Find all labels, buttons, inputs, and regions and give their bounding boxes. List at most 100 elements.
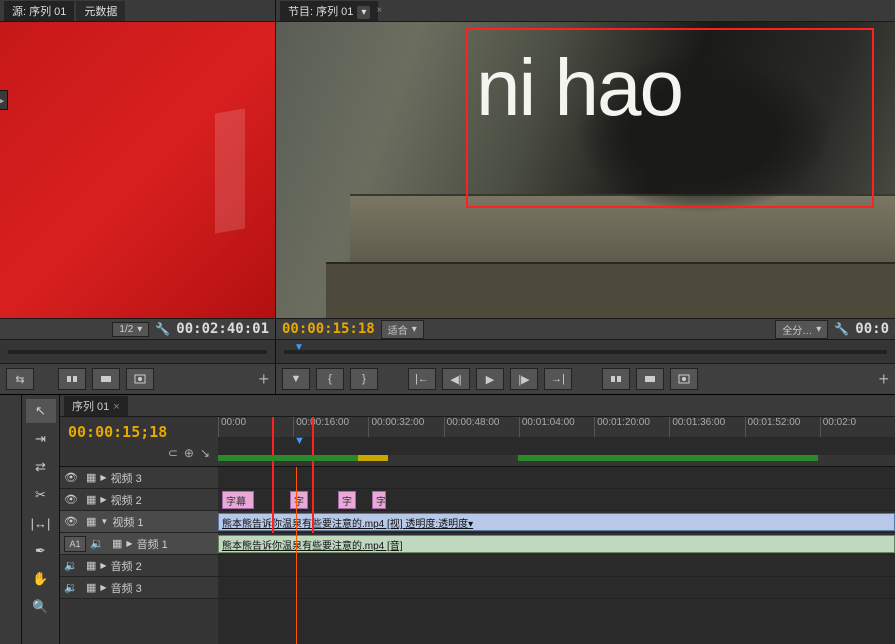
- playhead-icon[interactable]: ▼: [294, 342, 304, 353]
- metadata-tab[interactable]: 元数据: [76, 1, 125, 21]
- mark-toggle-button[interactable]: ⇆: [6, 368, 34, 390]
- subtitle-clip[interactable]: 字幕: [222, 491, 254, 509]
- program-video[interactable]: ni hao: [276, 22, 895, 318]
- timeline-content[interactable]: 字幕 字 字 字 熊本熊告诉你温泉有些要注意的.mp4 [视] 透明度:透明度▾…: [218, 467, 895, 644]
- track-header-v2[interactable]: 👁▦▶视频 2: [60, 489, 218, 511]
- add-marker-button[interactable]: ▼: [282, 368, 310, 390]
- program-fit-dropdown[interactable]: 适合▾: [381, 320, 424, 339]
- overwrite-button[interactable]: [92, 368, 120, 390]
- track-headers: 👁▦▶视频 3 👁▦▶视频 2 👁▦▼视频 1 A1🔉▦▶音频 1 🔉▦▶音频 …: [60, 467, 218, 644]
- source-scrub[interactable]: [0, 340, 275, 364]
- source-video[interactable]: [0, 22, 275, 318]
- subtitle-clip[interactable]: 字: [338, 491, 356, 509]
- close-icon[interactable]: ×: [113, 401, 119, 413]
- sequence-tab[interactable]: 序列 01×: [64, 396, 128, 416]
- hand-tool[interactable]: ✋: [26, 567, 56, 591]
- program-quality-dropdown[interactable]: 全分…▾: [775, 320, 828, 339]
- razor-tool[interactable]: ✂: [26, 483, 56, 507]
- wrench-icon[interactable]: 🔧: [834, 322, 849, 336]
- source-transport: ⇆ +: [0, 364, 275, 394]
- insert-button[interactable]: [58, 368, 86, 390]
- ruler-tick: 00:01:36:00: [669, 417, 744, 437]
- timeline-tabs: 序列 01×: [60, 395, 895, 417]
- zoom-tool[interactable]: 🔍: [26, 595, 56, 619]
- playhead-marker-icon[interactable]: ▼: [294, 435, 305, 447]
- export-frame-button[interactable]: [126, 368, 154, 390]
- track-a3[interactable]: [218, 577, 895, 599]
- go-to-out-button[interactable]: →|: [544, 368, 572, 390]
- collapse-arrow-icon[interactable]: ▶: [0, 90, 8, 110]
- speaker-icon[interactable]: 🔉: [90, 537, 108, 550]
- program-monitor-panel: 节目: 序列 01▾ × ni hao 00:00:15:18 适合▾ 全分…▾…: [276, 0, 895, 394]
- step-forward-button[interactable]: |▶: [510, 368, 538, 390]
- subtitle-clip[interactable]: 字: [372, 491, 386, 509]
- sync-lock-icon[interactable]: ▦: [86, 581, 96, 594]
- program-transport: ▼ { } |← ◀| ▶ |▶ →| +: [276, 364, 895, 394]
- source-timecode[interactable]: 00:02:40:01: [176, 321, 269, 337]
- track-a1[interactable]: 熊本熊告诉你温泉有些要注意的.mp4 [音]: [218, 533, 895, 555]
- speaker-icon[interactable]: 🔉: [64, 559, 82, 572]
- snap-icon[interactable]: ⊂: [168, 446, 178, 460]
- program-timecode[interactable]: 00:00:15:18: [282, 321, 375, 337]
- track-header-v3[interactable]: 👁▦▶视频 3: [60, 467, 218, 489]
- source-monitor-panel: 源: 序列 01 元数据 1/2▾ 🔧 00:02:40:01 ⇆ +: [0, 0, 276, 394]
- extract-button[interactable]: [636, 368, 664, 390]
- sync-lock-icon[interactable]: ▦: [86, 471, 96, 484]
- go-to-in-button[interactable]: |←: [408, 368, 436, 390]
- selection-tool[interactable]: ↖: [26, 399, 56, 423]
- timeline-panel: ▶ ↖ ⇥ ⇄ ✂ |↔| ✒ ✋ 🔍 序列 01× 00:00:15;18 ⊂…: [0, 394, 895, 644]
- track-header-a2[interactable]: 🔉▦▶音频 2: [60, 555, 218, 577]
- track-header-a1[interactable]: A1🔉▦▶音频 1: [60, 533, 218, 555]
- timeline-ruler[interactable]: 00:0000:00:16:0000:00:32:0000:00:48:0000…: [218, 417, 895, 466]
- ruler-tick: 00:00:48:00: [444, 417, 519, 437]
- source-tabs: 源: 序列 01 元数据: [0, 0, 275, 22]
- add-button-icon[interactable]: +: [258, 369, 269, 390]
- eye-icon[interactable]: 👁: [64, 471, 82, 484]
- export-frame-button[interactable]: [670, 368, 698, 390]
- playhead-line[interactable]: [296, 467, 297, 644]
- timeline-timecode[interactable]: 00:00:15;18: [68, 423, 210, 441]
- track-header-a3[interactable]: 🔉▦▶音频 3: [60, 577, 218, 599]
- track-v3[interactable]: [218, 467, 895, 489]
- track-header-v1[interactable]: 👁▦▼视频 1: [60, 511, 218, 533]
- source-zoom-dropdown[interactable]: 1/2▾: [112, 322, 149, 337]
- play-button[interactable]: ▶: [476, 368, 504, 390]
- subtitle-clip[interactable]: 字: [290, 491, 308, 509]
- step-back-button[interactable]: ◀|: [442, 368, 470, 390]
- sync-lock-icon[interactable]: ▦: [86, 515, 96, 528]
- program-tabs: 节目: 序列 01▾ ×: [276, 0, 895, 22]
- program-tab[interactable]: 节目: 序列 01▾: [280, 1, 378, 21]
- mark-in-button[interactable]: {: [316, 368, 344, 390]
- slip-tool[interactable]: |↔|: [26, 511, 56, 535]
- video-clip[interactable]: 熊本熊告诉你温泉有些要注意的.mp4 [视] 透明度:透明度▾: [218, 513, 895, 531]
- track-a2[interactable]: [218, 555, 895, 577]
- ruler-tick: 00:01:04:00: [519, 417, 594, 437]
- sync-lock-icon[interactable]: ▦: [112, 537, 122, 550]
- ruler-tick: 00:01:52:00: [745, 417, 820, 437]
- track-select-tool[interactable]: ⇥: [26, 427, 56, 451]
- source-controls-bar: 1/2▾ 🔧 00:02:40:01: [0, 318, 275, 340]
- program-duration: 00:0: [855, 321, 889, 337]
- ripple-edit-tool[interactable]: ⇄: [26, 455, 56, 479]
- track-v1[interactable]: 熊本熊告诉你温泉有些要注意的.mp4 [视] 透明度:透明度▾: [218, 511, 895, 533]
- sync-lock-icon[interactable]: ▦: [86, 493, 96, 506]
- program-scrub[interactable]: ▼: [276, 340, 895, 364]
- speaker-icon[interactable]: 🔉: [64, 581, 82, 594]
- pen-tool[interactable]: ✒: [26, 539, 56, 563]
- audio-clip[interactable]: 熊本熊告诉你温泉有些要注意的.mp4 [音]: [218, 535, 895, 553]
- track-v2[interactable]: 字幕 字 字 字: [218, 489, 895, 511]
- source-patch-a1[interactable]: A1: [64, 536, 86, 552]
- linked-selection-icon[interactable]: ⊕: [184, 446, 194, 460]
- close-icon[interactable]: ×: [376, 5, 382, 16]
- eye-icon[interactable]: 👁: [64, 493, 82, 506]
- wrench-icon[interactable]: 🔧: [155, 322, 170, 336]
- program-controls-bar: 00:00:15:18 适合▾ 全分…▾ 🔧 00:0: [276, 318, 895, 340]
- source-tab[interactable]: 源: 序列 01: [4, 1, 74, 21]
- settings-icon[interactable]: ↘: [200, 446, 210, 460]
- eye-icon[interactable]: 👁: [64, 515, 82, 528]
- sync-lock-icon[interactable]: ▦: [86, 559, 96, 572]
- ruler-tick: 00:01:20:00: [594, 417, 669, 437]
- lift-button[interactable]: [602, 368, 630, 390]
- add-button-icon[interactable]: +: [878, 369, 889, 390]
- mark-out-button[interactable]: }: [350, 368, 378, 390]
